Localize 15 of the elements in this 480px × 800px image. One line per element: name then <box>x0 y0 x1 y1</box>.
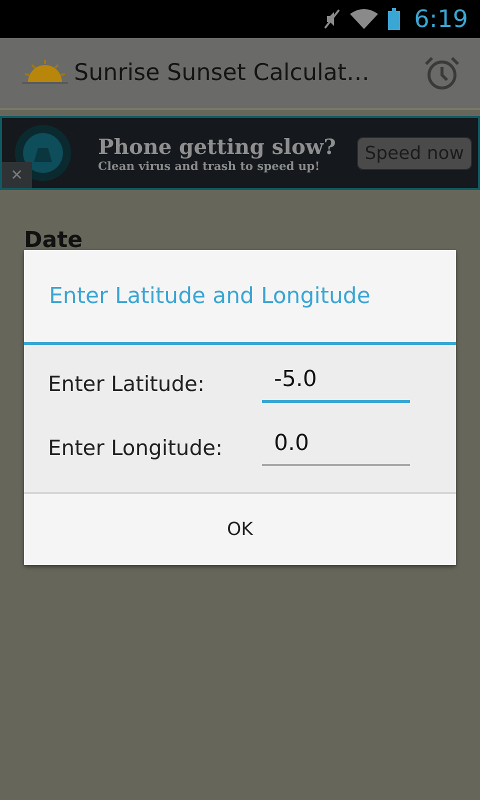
field-label: Enter Longitude: <box>48 436 224 460</box>
ok-button[interactable]: OK <box>24 494 456 565</box>
input-field[interactable]: -5.0 <box>262 365 410 403</box>
ad-subline: Clean virus and trash to speed up! <box>98 158 321 172</box>
ad-headline: Phone getting slow? <box>98 134 336 158</box>
sun-icon[interactable] <box>22 60 68 86</box>
app-title: Sunrise Sunset Calculat… <box>74 60 370 86</box>
alarm-clock-icon[interactable] <box>424 55 460 91</box>
wifi-icon <box>350 9 378 29</box>
field-label: Enter Latitude: <box>48 372 206 396</box>
section-label: Date <box>24 228 83 253</box>
battery-icon <box>388 8 400 30</box>
clock-time: 6:19 <box>414 5 468 33</box>
input-field[interactable]: 0.0 <box>262 429 410 466</box>
mute-icon <box>324 9 340 29</box>
